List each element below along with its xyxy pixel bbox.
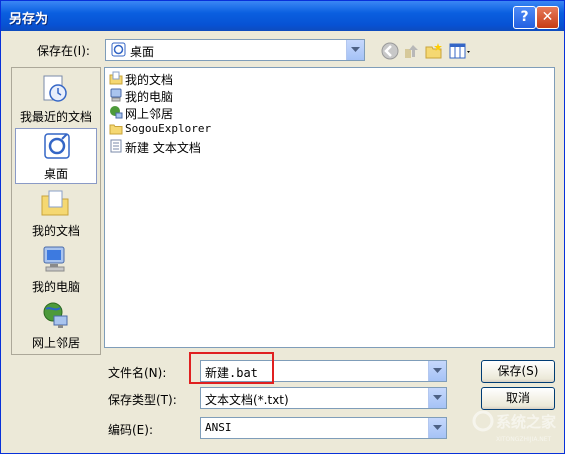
- desktop-icon: [44, 133, 70, 159]
- save-as-dialog: 另存为 ? ✕ 保存在(I): 桌面 我最近的文档 桌面 我的文档 我的电脑 网…: [0, 0, 565, 454]
- my-documents-icon: [109, 71, 123, 85]
- file-name: 新建 文本文档: [125, 141, 201, 155]
- recent-documents-icon: [43, 75, 67, 102]
- my-documents-icon: [41, 190, 69, 216]
- up-folder-icon[interactable]: [403, 42, 421, 60]
- file-name: SogouExplorer: [125, 122, 212, 135]
- close-button[interactable]: ✕: [536, 6, 559, 29]
- chevron-down-icon[interactable]: [428, 418, 446, 438]
- file-name: 我的文档: [125, 73, 174, 87]
- save-in-dropdown[interactable]: 桌面: [105, 39, 365, 61]
- network-places-icon: [43, 302, 68, 328]
- file-list[interactable]: 我的文档 我的电脑 网上邻居 SogouExplorer 新建 文本文档: [104, 67, 555, 348]
- place-desktop[interactable]: 桌面: [15, 128, 97, 184]
- encoding-value: ANSI: [205, 421, 232, 434]
- encoding-label: 编码(E):: [108, 423, 153, 437]
- place-label: 桌面: [43, 167, 68, 181]
- network-places-icon: [110, 106, 123, 119]
- svg-text:XITONGZHIJIA.NET: XITONGZHIJIA.NET: [496, 436, 552, 443]
- save-in-value: 桌面: [130, 45, 155, 59]
- place-my-documents[interactable]: 我的文档: [14, 186, 98, 240]
- window-title: 另存为: [9, 12, 49, 27]
- chevron-down-icon[interactable]: [346, 40, 364, 60]
- chevron-down-icon[interactable]: [428, 388, 446, 408]
- place-label: 我最近的文档: [19, 110, 92, 124]
- filetype-dropdown[interactable]: 文本文档(*.txt): [200, 387, 447, 409]
- place-network[interactable]: 网上邻居: [14, 298, 98, 352]
- filetype-value: 文本文档(*.txt): [205, 393, 289, 407]
- folder-icon: [109, 124, 123, 135]
- new-folder-icon[interactable]: [425, 42, 443, 60]
- place-label: 我的文档: [31, 224, 80, 238]
- file-name: 网上邻居: [125, 107, 174, 121]
- places-bar: 我最近的文档 桌面 我的文档 我的电脑 网上邻居: [11, 67, 101, 355]
- site-watermark-logo: 系统之家 XITONGZHIJIA.NET: [472, 410, 556, 443]
- save-button[interactable]: 保存(S): [481, 360, 555, 383]
- encoding-dropdown[interactable]: ANSI: [200, 417, 447, 439]
- highlight-box: [189, 352, 274, 384]
- text-file-icon: [110, 139, 122, 153]
- place-label: 网上邻居: [31, 336, 80, 350]
- filename-label: 文件名(N):: [108, 366, 167, 380]
- place-my-computer[interactable]: 我的电脑: [14, 242, 98, 296]
- chevron-down-icon[interactable]: [428, 361, 446, 381]
- back-icon[interactable]: [381, 42, 399, 60]
- desktop-icon: [111, 42, 126, 57]
- title-bar[interactable]: 另存为 ? ✕: [1, 1, 564, 31]
- my-computer-icon: [110, 88, 122, 102]
- file-name: 我的电脑: [125, 90, 174, 104]
- help-button[interactable]: ?: [513, 6, 536, 29]
- save-in-label: 保存在(I):: [37, 44, 90, 58]
- view-menu-icon[interactable]: [449, 42, 473, 60]
- filetype-label: 保存类型(T):: [108, 393, 177, 407]
- place-label: 我的电脑: [31, 280, 80, 294]
- my-computer-icon: [43, 246, 65, 272]
- place-recent-documents[interactable]: 我最近的文档: [14, 72, 98, 126]
- svg-text:系统之家: 系统之家: [496, 413, 556, 431]
